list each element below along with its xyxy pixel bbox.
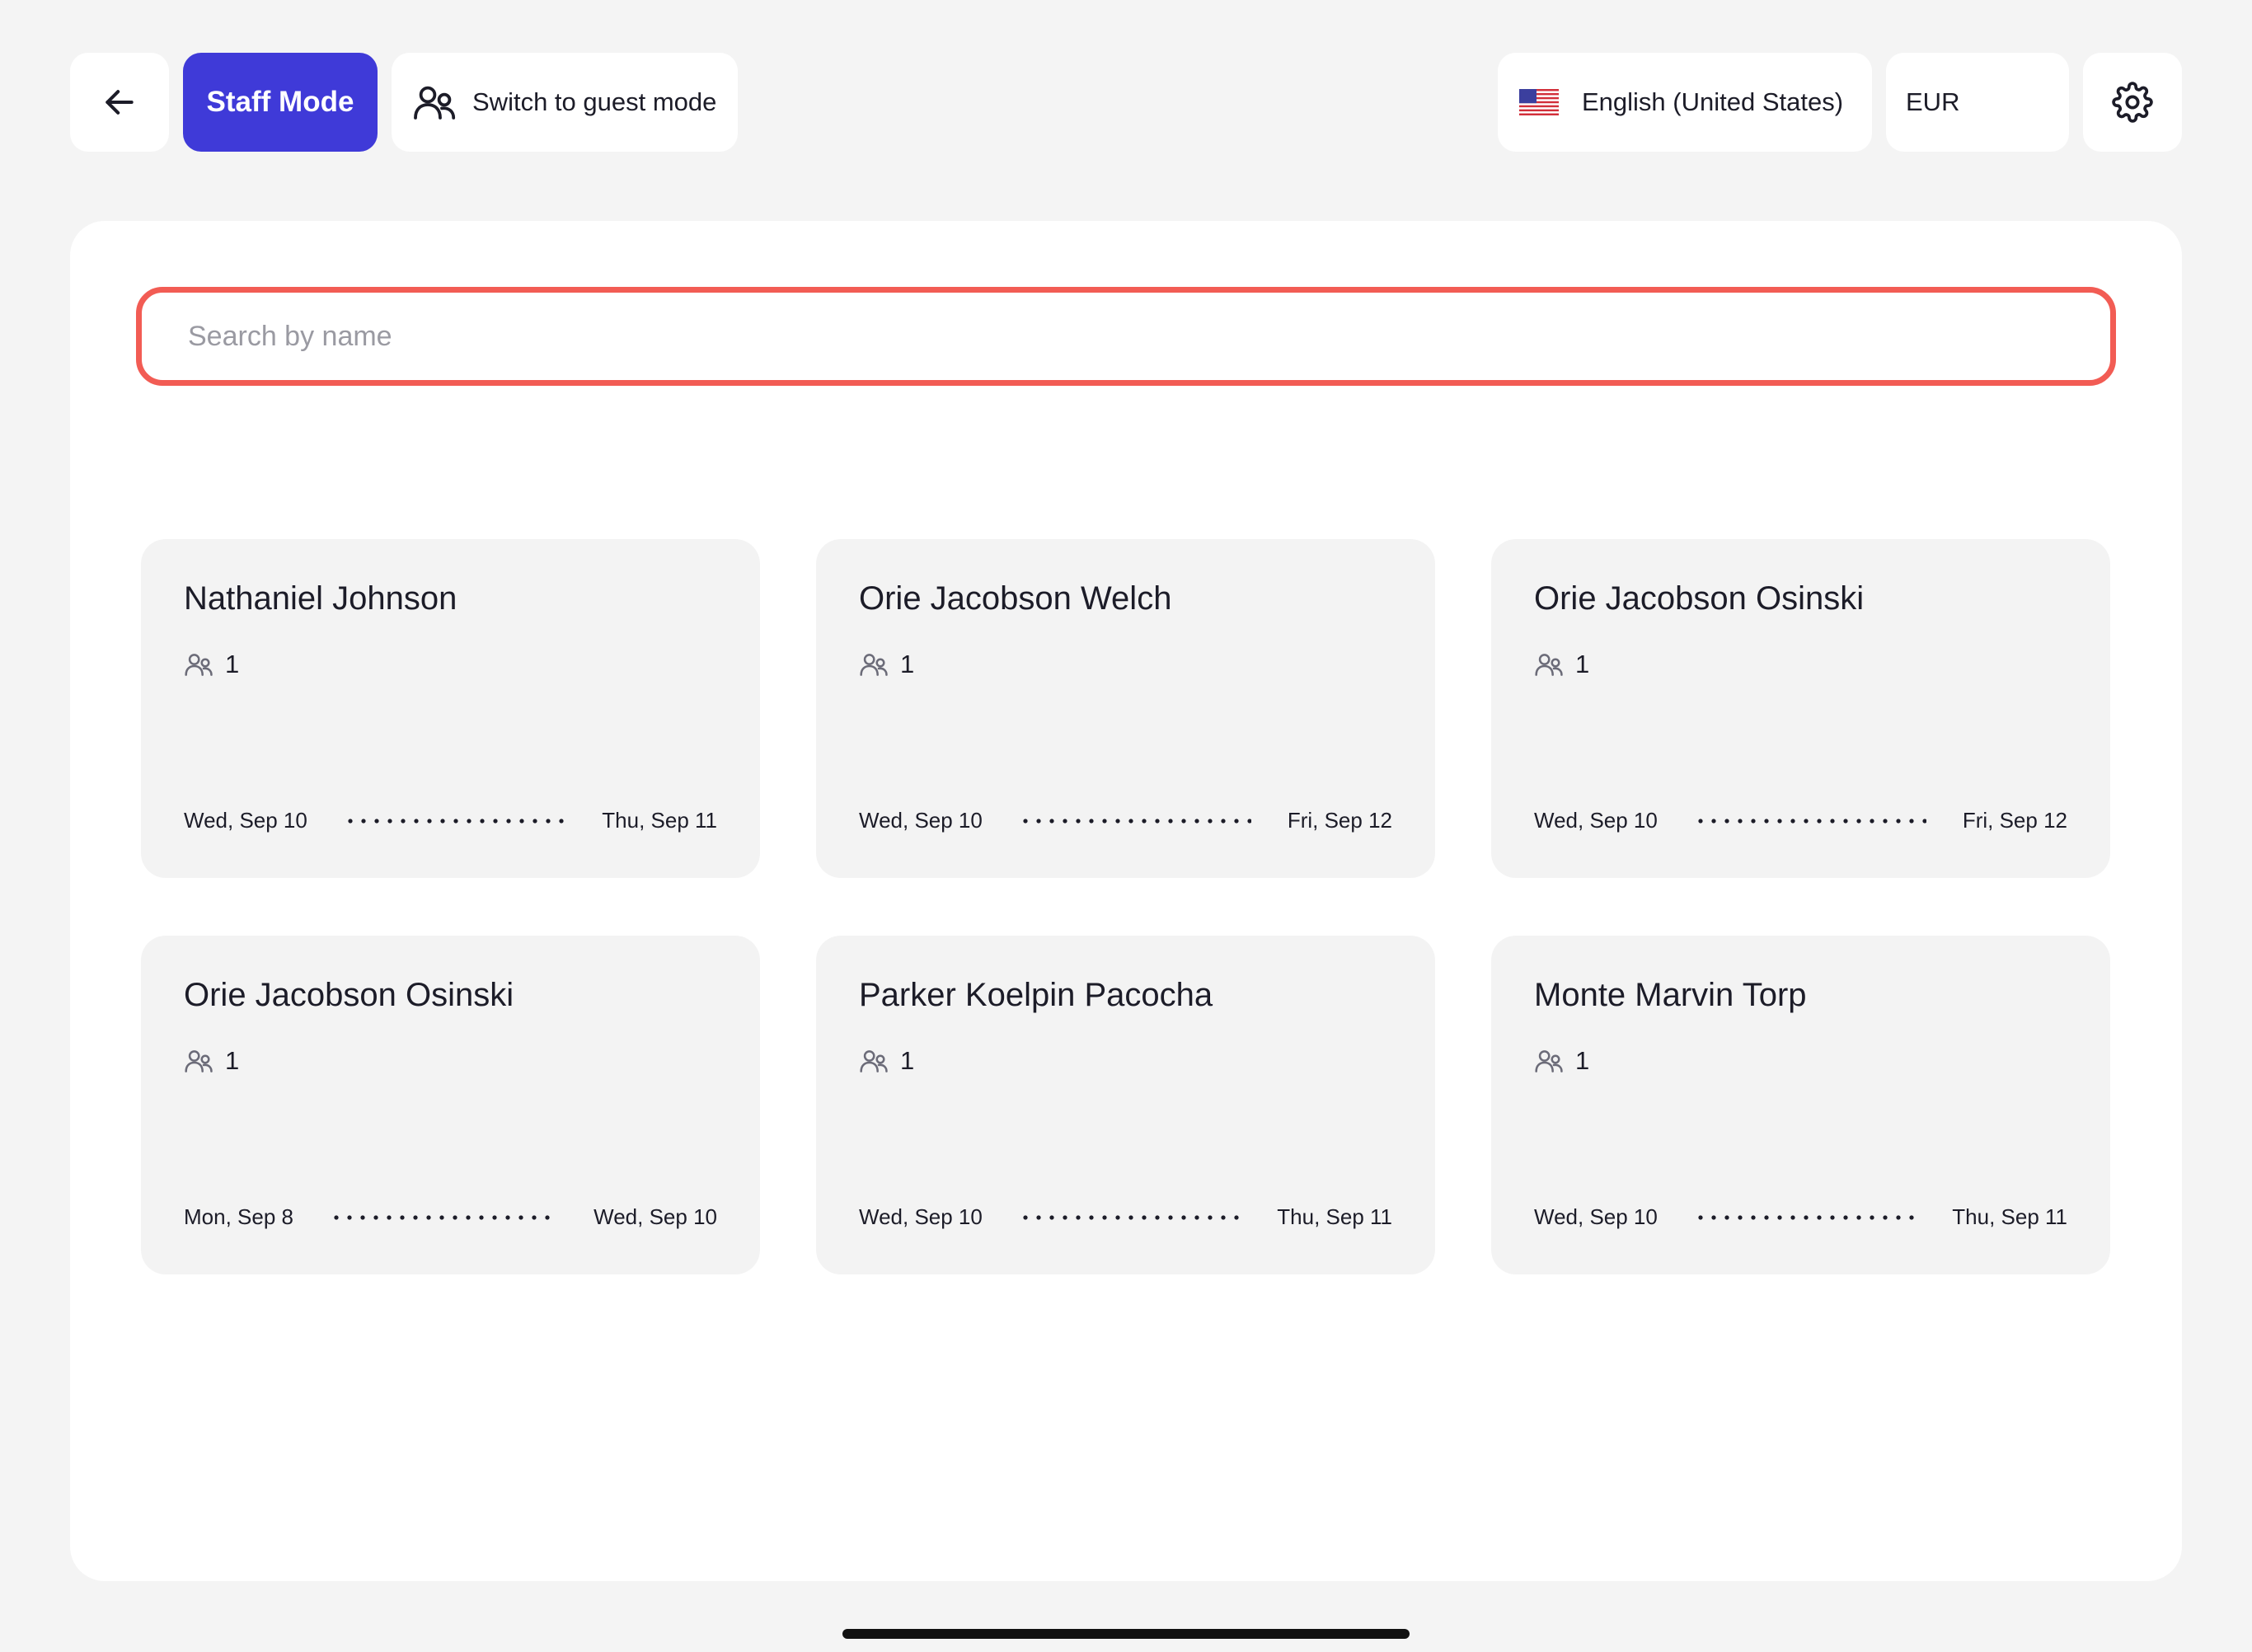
guest-count-value: 1 xyxy=(900,1046,915,1075)
check-out-date: Thu, Sep 11 xyxy=(1952,1204,2067,1229)
users-icon xyxy=(185,654,213,676)
currency-selector[interactable]: EUR xyxy=(1886,53,2069,152)
date-separator xyxy=(1018,1214,1241,1220)
stay-dates: Wed, Sep 10 Fri, Sep 12 xyxy=(859,808,1392,833)
check-in-date: Wed, Sep 10 xyxy=(859,1204,983,1229)
guest-name: Orie Jacobson Osinski xyxy=(184,977,514,1013)
check-in-date: Wed, Sep 10 xyxy=(1534,808,1658,833)
stay-dates: Mon, Sep 8 Wed, Sep 10 xyxy=(184,1204,717,1230)
guest-count-value: 1 xyxy=(225,650,240,678)
users-icon xyxy=(185,1050,213,1072)
check-in-date: Mon, Sep 8 xyxy=(184,1204,293,1229)
currency-label: EUR xyxy=(1906,87,1960,116)
stay-dates: Wed, Sep 10 Fri, Sep 12 xyxy=(1534,808,2067,833)
arrow-left-icon xyxy=(106,90,134,115)
date-separator xyxy=(329,1214,558,1220)
check-in-date: Wed, Sep 10 xyxy=(184,808,307,833)
stay-dates: Wed, Sep 10 Thu, Sep 11 xyxy=(184,808,717,833)
guest-count: 1 xyxy=(184,650,717,679)
users-icon xyxy=(1535,654,1563,676)
guest-count-value: 1 xyxy=(900,650,915,678)
date-separator xyxy=(1018,818,1251,824)
guest-name: Orie Jacobson Welch xyxy=(859,580,1172,617)
users-icon xyxy=(860,654,888,676)
staff-mode-button[interactable]: Staff Mode xyxy=(183,53,378,152)
guest-count: 1 xyxy=(1534,1046,2067,1076)
reservation-card[interactable]: Nathaniel Johnson 1 Wed, Sep 10 Thu, Sep… xyxy=(141,539,760,878)
date-separator xyxy=(1693,818,1926,824)
guest-name: Parker Koelpin Pacocha xyxy=(859,977,1213,1013)
guest-count: 1 xyxy=(184,1046,717,1076)
reservations-panel: Nathaniel Johnson 1 Wed, Sep 10 Thu, Sep… xyxy=(70,221,2182,1581)
check-out-date: Wed, Sep 10 xyxy=(593,1204,717,1229)
reservation-grid: Nathaniel Johnson 1 Wed, Sep 10 Thu, Sep… xyxy=(141,539,2110,1274)
guest-count: 1 xyxy=(859,1046,1392,1076)
users-icon xyxy=(860,1050,888,1072)
check-out-date: Fri, Sep 12 xyxy=(1962,808,2067,833)
users-icon xyxy=(1535,1050,1563,1072)
us-flag-icon xyxy=(1519,89,1559,115)
check-out-date: Fri, Sep 12 xyxy=(1287,808,1392,833)
guest-count-value: 1 xyxy=(1575,1046,1590,1075)
date-separator xyxy=(1693,1214,1917,1220)
search-box[interactable] xyxy=(136,287,2116,386)
guest-name: Nathaniel Johnson xyxy=(184,580,457,617)
search-input[interactable] xyxy=(142,293,2110,380)
staff-mode-label: Staff Mode xyxy=(206,86,354,118)
reservation-card[interactable]: Orie Jacobson Welch 1 Wed, Sep 10 Fri, S… xyxy=(816,539,1435,878)
reservation-card[interactable]: Orie Jacobson Osinski 1 Wed, Sep 10 Fri,… xyxy=(1491,539,2110,878)
language-selector[interactable]: English (United States) xyxy=(1498,53,1872,152)
reservation-card[interactable]: Orie Jacobson Osinski 1 Mon, Sep 8 Wed, … xyxy=(141,936,760,1274)
home-indicator xyxy=(842,1629,1410,1639)
top-bar: Staff Mode Switch to guest mode English … xyxy=(70,53,2182,152)
guest-name: Monte Marvin Torp xyxy=(1534,977,1807,1013)
check-out-date: Thu, Sep 11 xyxy=(1277,1204,1392,1229)
stay-dates: Wed, Sep 10 Thu, Sep 11 xyxy=(1534,1204,2067,1230)
reservation-card[interactable]: Parker Koelpin Pacocha 1 Wed, Sep 10 Thu… xyxy=(816,936,1435,1274)
guest-name: Orie Jacobson Osinski xyxy=(1534,580,1865,617)
gear-icon xyxy=(2112,82,2153,123)
back-button[interactable] xyxy=(70,53,169,152)
settings-button[interactable] xyxy=(2083,53,2182,152)
guest-count-value: 1 xyxy=(1575,650,1590,678)
check-in-date: Wed, Sep 10 xyxy=(859,808,983,833)
guest-count: 1 xyxy=(859,650,1392,679)
users-icon xyxy=(414,86,456,120)
top-bar-spacer xyxy=(752,53,1484,152)
check-out-date: Thu, Sep 11 xyxy=(602,808,717,833)
reservation-card[interactable]: Monte Marvin Torp 1 Wed, Sep 10 Thu, Sep… xyxy=(1491,936,2110,1274)
switch-to-guest-mode-button[interactable]: Switch to guest mode xyxy=(392,53,739,152)
guest-count-value: 1 xyxy=(225,1046,240,1075)
date-separator xyxy=(343,818,566,824)
guest-mode-label: Switch to guest mode xyxy=(472,87,717,116)
page: Staff Mode Switch to guest mode English … xyxy=(0,0,2252,1652)
guest-count: 1 xyxy=(1534,650,2067,679)
check-in-date: Wed, Sep 10 xyxy=(1534,1204,1658,1229)
stay-dates: Wed, Sep 10 Thu, Sep 11 xyxy=(859,1204,1392,1230)
language-label: English (United States) xyxy=(1582,87,1844,116)
